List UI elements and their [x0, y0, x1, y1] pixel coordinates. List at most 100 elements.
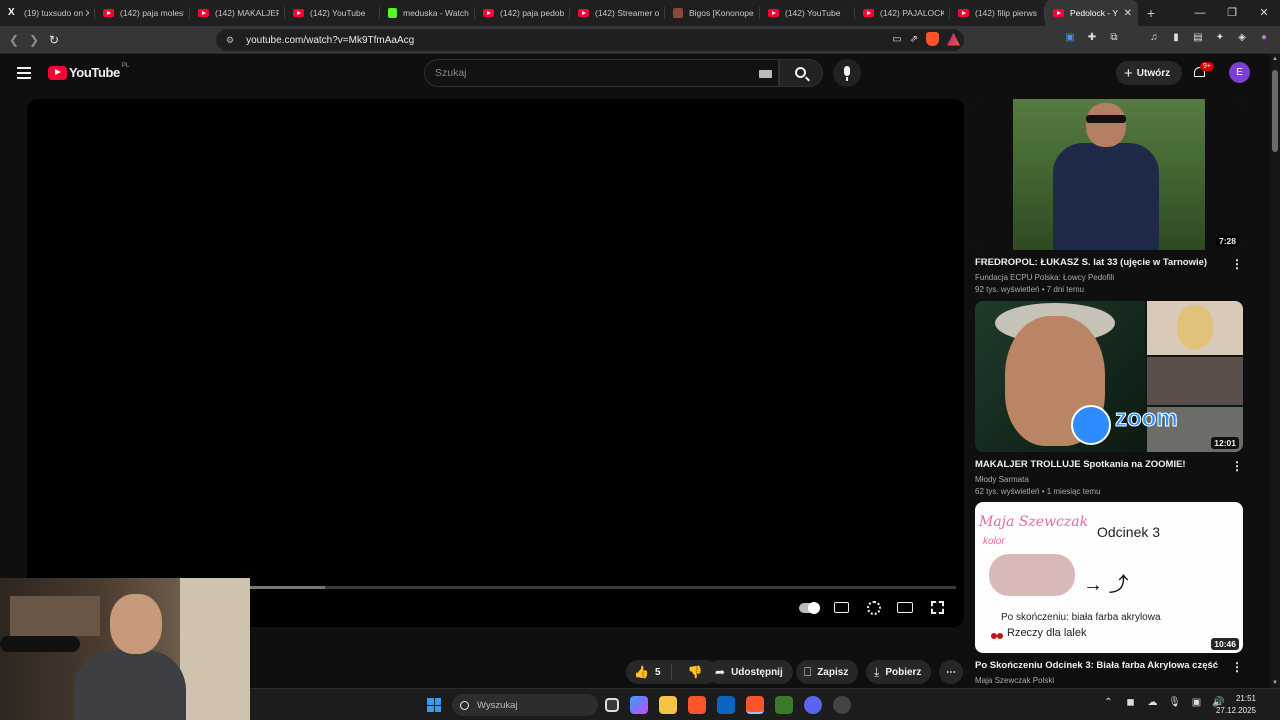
reload-icon[interactable]: ↻	[44, 33, 64, 47]
channel-name[interactable]: Fundacja ECPU Polska: Łowcy Pedofili	[975, 273, 1243, 282]
browser-tab[interactable]: (142) PAJALOCK	[855, 0, 950, 26]
taskbar-search-input[interactable]: Wyszukaj	[452, 694, 598, 716]
youtube-logo[interactable]: YouTube PL	[48, 63, 129, 80]
browser-tab-strip: X (19) tuxsudo on X (142) paja molest (14…	[0, 0, 1280, 26]
file-explorer-icon[interactable]	[659, 696, 677, 714]
keyboard-icon[interactable]	[759, 70, 772, 78]
tray-app-icon[interactable]: ◼	[1124, 697, 1137, 708]
back-icon[interactable]: ❮	[4, 33, 24, 47]
fullscreen-icon[interactable]	[931, 601, 944, 614]
forward-icon[interactable]: ❯	[24, 33, 44, 47]
brave-rewards-icon[interactable]	[947, 32, 960, 46]
brave-shields-icon[interactable]	[926, 32, 939, 46]
browser-tab[interactable]: (142) YouTube	[285, 0, 380, 26]
browser-tab[interactable]: (142) filip pierws	[950, 0, 1045, 26]
youtube-icon	[198, 9, 209, 17]
network-icon[interactable]: ▣	[1190, 697, 1203, 708]
theater-mode-icon[interactable]	[897, 602, 913, 613]
browser-tab[interactable]: (142) YouTube	[760, 0, 855, 26]
discord-icon[interactable]	[804, 696, 822, 714]
settings-gear-icon[interactable]	[867, 601, 881, 615]
new-tab-button[interactable]: +	[1138, 5, 1164, 21]
recommendation-card[interactable]: Maja Szewczak kolor Odcinek 3 → ⤴ Po sko…	[975, 502, 1243, 685]
task-view-icon[interactable]	[605, 698, 619, 712]
puzzle-icon[interactable]: ✚	[1086, 32, 1098, 44]
windows-start-icon[interactable]	[427, 698, 441, 712]
scroll-down-icon[interactable]: ▼	[1272, 680, 1278, 686]
duration-badge: 10:46	[1211, 638, 1239, 650]
omnibox[interactable]: ⚙ youtube.com/watch?v=Mk9TfmAaAcg ▭ ⇗	[216, 29, 964, 51]
kebab-menu-icon[interactable]: ⋮	[1231, 459, 1243, 473]
video-title[interactable]: MAKALJER TROLLUJE Spotkania na ZOOMIE!	[975, 459, 1220, 470]
brave-active-icon[interactable]	[746, 696, 764, 714]
like-button[interactable]: 👍 5	[626, 664, 672, 680]
app-icon[interactable]	[775, 696, 793, 714]
extension-icon[interactable]: ▣	[1064, 32, 1076, 44]
tray-cloud-icon[interactable]: ☁	[1146, 697, 1159, 708]
recommendation-card[interactable]: 7:28 FREDROPOL: ŁUKASZ S. lat 33 (ujęcie…	[975, 99, 1243, 294]
wallet-icon[interactable]: ▤	[1192, 32, 1204, 44]
microsoft-store-icon[interactable]	[717, 696, 735, 714]
scroll-up-icon[interactable]: ▲	[1272, 56, 1278, 62]
close-tab-icon[interactable]: ✕	[1124, 8, 1132, 19]
video-player[interactable]	[27, 99, 964, 627]
page-scrollbar[interactable]: ▲ ▼	[1270, 54, 1280, 688]
save-button[interactable]: ⎕ Zapisz	[796, 660, 859, 684]
taskbar-clock[interactable]: 21:51 27.12.2025	[1216, 693, 1256, 717]
search-input[interactable]: Szukaj	[424, 59, 779, 87]
download-button[interactable]: ⤓ Pobierz	[866, 660, 932, 684]
obs-icon[interactable]	[833, 696, 851, 714]
browser-tab[interactable]: (142) paja pedob	[475, 0, 570, 26]
autoplay-toggle[interactable]	[799, 602, 820, 614]
kebab-menu-icon[interactable]: ⋮	[1231, 660, 1243, 674]
profile-icon[interactable]: ●	[1258, 32, 1270, 44]
channel-name[interactable]: Maja Szewczak Polski	[975, 676, 1243, 685]
video-thumbnail[interactable]: 7:28	[975, 99, 1243, 250]
scroll-thumb[interactable]	[1272, 70, 1278, 152]
video-title[interactable]: FREDROPOL: ŁUKASZ S. lat 33 (ujęcie w Ta…	[975, 257, 1220, 268]
browser-tab[interactable]: (142) Streamer o	[570, 0, 665, 26]
video-thumbnail[interactable]: Maja Szewczak kolor Odcinek 3 → ⤴ Po sko…	[975, 502, 1243, 653]
avatar[interactable]: E	[1229, 62, 1250, 83]
browser-tab[interactable]: (142) MAKALJER	[190, 0, 285, 26]
vpn-icon[interactable]: ◈	[1236, 32, 1248, 44]
browser-tab[interactable]: (142) paja molest	[95, 0, 190, 26]
recommendation-card[interactable]: zoom 12:01 MAKALJER TROLLUJE Spotkania n…	[975, 301, 1243, 496]
youtube-icon	[958, 9, 969, 17]
share-button[interactable]: ➦ Udostępnij	[707, 660, 793, 684]
more-actions-button[interactable]: ⋯	[939, 660, 963, 684]
browser-tab[interactable]: meduska - Watch	[380, 0, 475, 26]
site-info-icon[interactable]: ⚙	[226, 35, 234, 46]
search-icon	[795, 67, 806, 78]
chevron-up-icon[interactable]: ⌃	[1102, 697, 1115, 708]
kebab-menu-icon[interactable]: ⋮	[1231, 257, 1243, 271]
leo-icon[interactable]: ✦	[1214, 32, 1226, 44]
browser-tab[interactable]: Bigos [Kononope	[665, 0, 760, 26]
url-text[interactable]: youtube.com/watch?v=Mk9TfmAaAcg	[246, 35, 414, 46]
thumbs-down-icon: 👎	[687, 665, 703, 679]
video-thumbnail[interactable]: zoom 12:01	[975, 301, 1243, 452]
minimize-icon[interactable]: —	[1184, 0, 1216, 26]
sidebar-icon[interactable]: ▮	[1170, 32, 1182, 44]
screenshot-icon[interactable]: ⧉	[1108, 32, 1120, 44]
brave-browser-icon[interactable]	[688, 696, 706, 714]
bookmark-save-icon: ⎕	[804, 664, 812, 679]
subtitles-icon[interactable]	[834, 602, 849, 613]
guide-menu-icon[interactable]	[17, 67, 31, 79]
browser-tab[interactable]: X (19) tuxsudo on X	[0, 0, 95, 26]
create-button[interactable]: + Utwórz	[1116, 61, 1182, 85]
channel-name[interactable]: Młody Sarmata	[975, 475, 1243, 484]
search-button[interactable]	[779, 59, 823, 87]
browser-tab-active[interactable]: Pedolock - Y ✕	[1045, 0, 1138, 26]
share-page-icon[interactable]: ⇗	[910, 34, 918, 45]
music-icon[interactable]: ♫	[1148, 32, 1160, 44]
restore-icon[interactable]: ❐	[1216, 0, 1248, 26]
microphone-icon[interactable]: 🎙	[1168, 697, 1181, 708]
video-title[interactable]: Po Skończeniu Odcinek 3: Biała farba Akr…	[975, 660, 1220, 671]
copilot-icon[interactable]	[630, 696, 648, 714]
cast-icon[interactable]: ▭	[892, 34, 901, 45]
progress-bar[interactable]	[250, 586, 956, 589]
bigos-icon	[673, 8, 683, 18]
voice-search-button[interactable]	[833, 59, 861, 87]
close-window-icon[interactable]: ✕	[1248, 0, 1280, 26]
